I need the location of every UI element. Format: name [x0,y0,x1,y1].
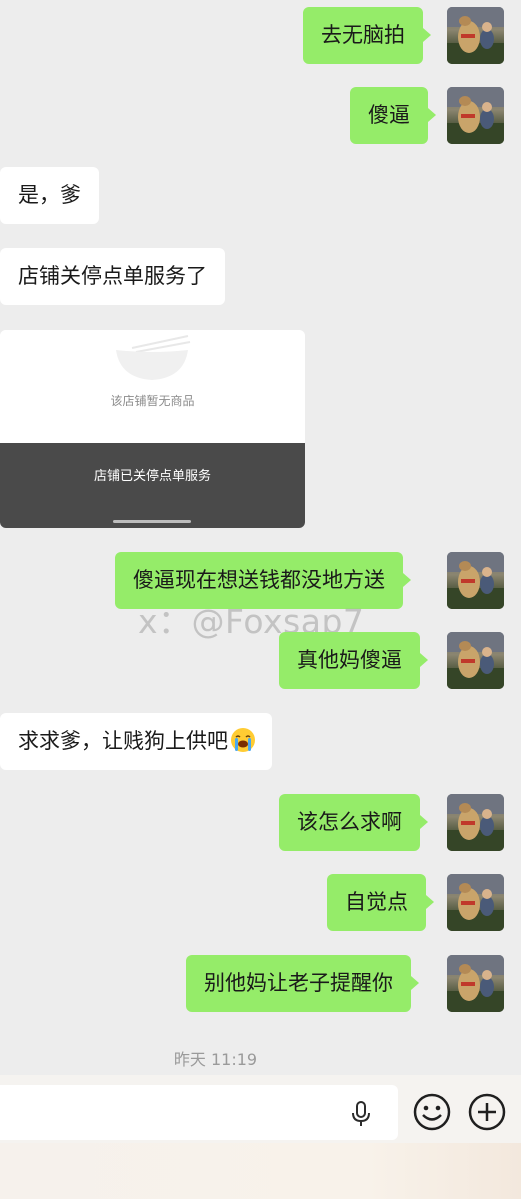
message-timestamp: 昨天 11:19 [173,1050,258,1069]
message-text: 店铺关停点单服务了 [18,264,207,288]
dog-avatar-icon [447,874,504,931]
avatar[interactable] [447,632,504,689]
chat-area[interactable]: 去无脑拍 傻逼 是，爹 店铺关停点单服务了 该店铺暂无商品 店铺已关停点单服务 … [0,0,521,1075]
message-text: 真他妈傻逼 [297,648,402,672]
message-bubble-sent[interactable]: 去无脑拍 [303,7,431,64]
message-bubble-sent[interactable]: 真他妈傻逼 [279,632,428,689]
card-top: 该店铺暂无商品 [0,330,305,443]
message-bubble-sent[interactable]: 自觉点 [327,874,434,931]
message-text: 傻逼现在想送钱都没地方送 [133,568,385,592]
avatar[interactable] [447,874,504,931]
message-bubble-received[interactable]: 店铺关停点单服务了 [0,248,225,305]
message-text: 自觉点 [345,890,408,914]
microphone-icon[interactable] [350,1101,372,1127]
message-text: 别他妈让老子提醒你 [204,971,393,995]
dog-avatar-icon [447,7,504,64]
shop-screenshot-image[interactable]: 该店铺暂无商品 店铺已关停点单服务 [0,330,305,528]
smiley-icon[interactable] [413,1093,451,1131]
message-text: 去无脑拍 [321,23,405,47]
shop-closed-text: 店铺已关停点单服务 [93,469,211,484]
plus-icon[interactable] [468,1093,506,1131]
avatar[interactable] [447,7,504,64]
message-text: 该怎么求啊 [297,810,402,834]
dog-avatar-icon [447,955,504,1012]
message-text: 求求爹，让贱狗上供吧 [18,729,228,753]
keyboard-area [0,1143,521,1199]
dog-avatar-icon [447,632,504,689]
home-indicator [113,520,191,523]
chat-input-bar [0,1075,521,1199]
card-bottom: 店铺已关停点单服务 [0,443,305,528]
avatar[interactable] [447,87,504,144]
message-bubble-sent[interactable]: 傻逼 [350,87,436,144]
avatar[interactable] [447,955,504,1012]
message-text: 是，爹 [18,183,81,207]
message-bubble-sent[interactable]: 别他妈让老子提醒你 [186,955,419,1012]
message-bubble-sent[interactable]: 该怎么求啊 [279,794,428,851]
message-input[interactable] [0,1085,398,1140]
loudly-crying-face-icon [231,728,255,752]
empty-shop-text: 该店铺暂无商品 [110,394,195,408]
avatar[interactable] [447,794,504,851]
message-bubble-received[interactable]: 求求爹，让贱狗上供吧 [0,713,272,770]
dog-avatar-icon [447,794,504,851]
message-text: 傻逼 [368,103,410,127]
avatar[interactable] [447,552,504,609]
dog-avatar-icon [447,552,504,609]
empty-bowl-icon [116,335,191,380]
message-bubble-received[interactable]: 是，爹 [0,167,99,224]
dog-avatar-icon [447,87,504,144]
